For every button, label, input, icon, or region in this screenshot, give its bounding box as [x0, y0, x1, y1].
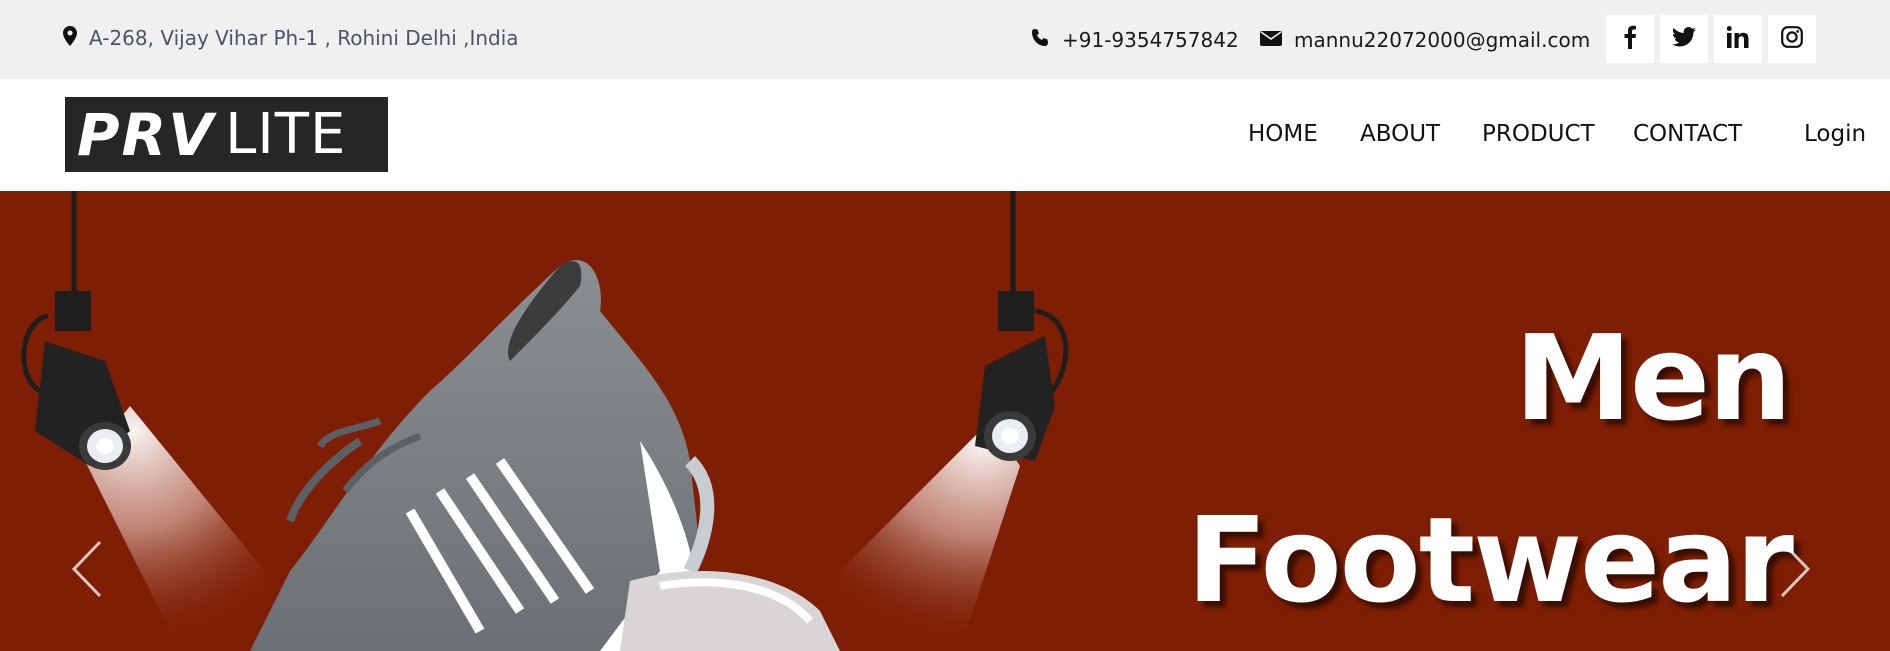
carousel-next-button[interactable] — [1772, 536, 1816, 602]
chevron-left-icon — [66, 540, 110, 606]
login-link[interactable]: Login — [1804, 121, 1866, 147]
twitter-icon — [1672, 27, 1696, 51]
facebook-icon — [1623, 25, 1637, 53]
email-address: mannu22072000@gmail.com — [1294, 28, 1591, 52]
facebook-button[interactable] — [1606, 15, 1654, 63]
main-navbar: PRV LITE HOME ABOUT PRODUCT CONTACT Logi… — [0, 79, 1890, 191]
envelope-icon — [1260, 29, 1282, 51]
logo-text-bold: PRV — [77, 100, 216, 169]
nav-contact[interactable]: CONTACT — [1633, 121, 1742, 147]
hero-title-line1: Men — [1514, 309, 1792, 447]
address-text: A-268, Vijay Vihar Ph-1 , Rohini Delhi ,… — [89, 26, 519, 50]
logo-text-light: LITE — [225, 102, 347, 167]
phone-number: +91-9354757842 — [1062, 28, 1239, 52]
hero-title-line2: Footwear — [1186, 491, 1794, 629]
address: A-268, Vijay Vihar Ph-1 , Rohini Delhi ,… — [63, 26, 519, 50]
top-info-bar: A-268, Vijay Vihar Ph-1 , Rohini Delhi ,… — [0, 0, 1890, 79]
carousel-prev-button[interactable] — [66, 536, 110, 602]
email-contact[interactable]: mannu22072000@gmail.com — [1260, 28, 1590, 52]
map-pin-icon — [63, 26, 77, 50]
nav-product[interactable]: PRODUCT — [1482, 121, 1595, 147]
linkedin-icon — [1726, 26, 1749, 52]
instagram-button[interactable] — [1768, 15, 1816, 63]
hero-carousel: Men Footwear — [0, 191, 1890, 651]
site-logo[interactable]: PRV LITE — [65, 97, 388, 172]
instagram-icon — [1781, 26, 1803, 52]
nav-home[interactable]: HOME — [1248, 121, 1318, 147]
twitter-button[interactable] — [1660, 15, 1708, 63]
linkedin-button[interactable] — [1714, 15, 1762, 63]
phone-contact[interactable]: +91-9354757842 — [1030, 28, 1239, 52]
chevron-right-icon — [1772, 540, 1816, 606]
phone-icon — [1030, 28, 1050, 52]
nav-about[interactable]: ABOUT — [1360, 121, 1440, 147]
